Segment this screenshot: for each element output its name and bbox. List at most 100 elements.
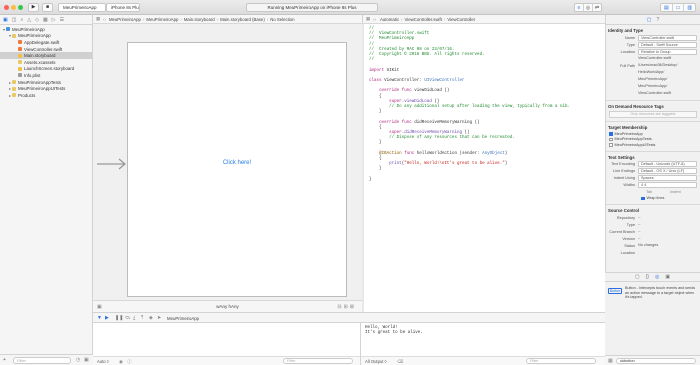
navigator-item[interactable]: ▸ MeuPrimeiroAppUITests xyxy=(0,85,92,92)
console-output-selector[interactable]: All Output ◊ xyxy=(365,359,387,364)
field-value-input[interactable]: Default - OS X / Unix (LF) xyxy=(638,168,697,174)
location-icon[interactable]: ➤ xyxy=(157,315,161,321)
jumpbar-class[interactable]: ViewController xyxy=(447,17,475,22)
info-icon[interactable]: ⓘ xyxy=(127,359,132,365)
code-token: () xyxy=(431,99,440,104)
eye-icon[interactable]: ◉ xyxy=(119,359,123,365)
step-out-icon[interactable]: ⤒ xyxy=(141,315,143,321)
object-library-icon[interactable]: ◎ xyxy=(655,274,659,280)
search-icon[interactable]: ⌕ xyxy=(20,17,23,23)
navigator-item[interactable]: ▾ MeuPrimeiroApp xyxy=(0,33,92,40)
warning-icon[interactable]: △ xyxy=(27,17,31,23)
breakpoint-icon[interactable]: ▷ xyxy=(52,17,56,23)
code-token: func xyxy=(404,151,415,156)
breakpoints-toggle-icon[interactable]: ▶ xyxy=(105,315,109,321)
device-selector[interactable]: iPhone 8s Plus xyxy=(106,3,140,12)
recent-files-icon[interactable]: ◷ xyxy=(76,357,80,363)
library-search-input[interactable]: ukbutton xyxy=(616,358,696,364)
navigator-item[interactable]: LaunchScreen.storyboard xyxy=(0,66,92,73)
code-snippet-icon[interactable]: {} xyxy=(646,274,649,280)
identity-row: Location Relative to Group xyxy=(606,48,700,55)
report-icon[interactable]: ☰ xyxy=(60,17,64,23)
forward-arrow-icon[interactable]: › xyxy=(105,17,106,22)
version-editor-icon[interactable]: ⇄ xyxy=(593,4,601,11)
code-token: ViewController: xyxy=(381,79,425,83)
toggle-debug-icon[interactable]: ▭ xyxy=(673,4,685,11)
stop-button[interactable]: ■ xyxy=(42,3,53,12)
jumpbar-file[interactable]: ViewController.swift xyxy=(404,17,441,22)
odr-tags-field[interactable]: Only resources are taggable xyxy=(609,111,697,118)
forward-arrow-icon[interactable]: › xyxy=(375,17,376,22)
hide-debug-icon[interactable]: ▼ xyxy=(97,315,102,321)
symbol-icon[interactable]: ◫ xyxy=(12,17,17,23)
step-in-icon[interactable]: ⤓ xyxy=(133,315,135,321)
file-template-icon[interactable]: ▢ xyxy=(635,274,640,280)
field-value-input[interactable]: Relative to Group xyxy=(638,48,697,55)
editor-mode-control[interactable]: ≡ ◎ ⇄ xyxy=(574,3,602,12)
assistant-editor-icon[interactable]: ◎ xyxy=(584,4,593,11)
navigator-item[interactable]: Info.plist xyxy=(0,72,92,79)
add-icon[interactable]: + xyxy=(3,357,6,363)
scheme-selector[interactable]: MeuPrimeiroApp xyxy=(58,3,106,12)
zoom-window-button[interactable] xyxy=(18,5,23,10)
jumpbar-automatic[interactable]: Automatic xyxy=(380,17,399,22)
field-value-input[interactable]: Spaces xyxy=(638,175,697,181)
debug-icon[interactable]: ▦ xyxy=(43,17,48,23)
field-value-input[interactable]: 4 4 xyxy=(638,182,697,188)
field-value-input[interactable]: Default - Unicode (UTF-8) xyxy=(638,161,697,167)
field-value-input[interactable]: Default - Swift Source xyxy=(638,41,697,48)
size-class-selector[interactable]: wAny hAny xyxy=(93,304,362,309)
navigator-item[interactable]: ▸ MeuPrimeiroAppTests xyxy=(0,79,92,86)
toggle-navigator-icon[interactable]: ▤ xyxy=(661,4,673,11)
scm-filter-icon[interactable]: ▣ xyxy=(84,357,89,363)
test-icon[interactable]: ◇ xyxy=(35,17,39,23)
wrap-lines-checkbox[interactable]: Wrap lines xyxy=(606,196,700,202)
navigator-item[interactable]: Assets.xcassets xyxy=(0,59,92,66)
button-library-item[interactable]: Button xyxy=(608,288,622,294)
jumpbar-item[interactable]: Main.storyboard xyxy=(184,17,215,22)
console-filter-input[interactable]: Filter xyxy=(526,358,596,364)
grid-view-icon[interactable]: ▦ xyxy=(608,358,613,364)
related-items-icon[interactable]: ▦ xyxy=(93,16,103,22)
navigator-filter-input[interactable]: Filter xyxy=(13,357,71,364)
close-window-button[interactable] xyxy=(4,5,9,10)
variables-view[interactable]: Auto ◊ ◉ ⓘ Filter xyxy=(93,323,361,365)
quick-help-icon[interactable]: ? xyxy=(656,17,659,23)
variables-filter-input[interactable]: Filter xyxy=(283,358,353,364)
folder-icon[interactable]: ▣ xyxy=(3,17,8,23)
target-checkbox[interactable]: MeuPrimeiroAppUITests xyxy=(606,142,700,148)
layout-tools-icon[interactable]: ⊟⊞⊠ xyxy=(337,304,356,310)
variables-scope-selector[interactable]: Auto ◊ xyxy=(97,359,109,364)
step-over-icon[interactable]: ⤼ xyxy=(125,315,130,321)
field-value-input[interactable]: ViewController.swift xyxy=(638,34,697,41)
navigator-item[interactable]: AppDelegate.swift xyxy=(0,39,92,46)
view-toggle-control[interactable]: ▤ ▭ ▥ xyxy=(660,3,696,12)
storyboard-canvas[interactable]: Click here! xyxy=(93,24,362,300)
run-button[interactable]: ▶ xyxy=(28,3,39,12)
trash-icon[interactable]: ⌫ xyxy=(397,359,403,365)
file-inspector-icon[interactable]: ▢ xyxy=(647,17,652,23)
related-items-icon[interactable]: ▦ xyxy=(363,16,373,22)
view-controller-scene[interactable]: Click here! xyxy=(127,42,347,297)
pause-icon[interactable]: ❚❚ xyxy=(115,315,123,321)
view-debugger-icon[interactable]: ◈ xyxy=(149,315,153,321)
code-token: { xyxy=(369,157,382,161)
media-library-icon[interactable]: ▣ xyxy=(665,274,670,280)
click-here-button[interactable]: Click here! xyxy=(128,160,346,166)
debug-target-label[interactable]: MeuPrimeiroApp xyxy=(167,316,199,321)
navigator-item[interactable]: ViewController.swift xyxy=(0,46,92,53)
jumpbar-item[interactable]: MeuPrimeiroApp xyxy=(146,17,178,22)
navigator-item[interactable]: Main.storyboard xyxy=(0,52,92,59)
jumpbar-item[interactable]: No Selection xyxy=(270,17,294,22)
toggle-utilities-icon[interactable]: ▥ xyxy=(684,4,695,11)
target-membership-list: MeuPrimeiroApp MeuPrimeiroAppTests MeuPrim… xyxy=(606,131,700,148)
navigator-item[interactable]: ▾ MeuPrimeiroApp xyxy=(0,26,92,33)
jumpbar-item[interactable]: Main.storyboard (Base) xyxy=(220,17,265,22)
navigator-item[interactable]: ▸ Products xyxy=(0,92,92,99)
minimize-window-button[interactable] xyxy=(11,5,16,10)
standard-editor-icon[interactable]: ≡ xyxy=(575,4,584,11)
code-token: print xyxy=(389,162,402,167)
code-editor[interactable]: //// ViewController.swift// MeuPrimeiroA… xyxy=(364,24,604,320)
jumpbar-item[interactable]: MeuPrimeiroApp xyxy=(109,17,141,22)
